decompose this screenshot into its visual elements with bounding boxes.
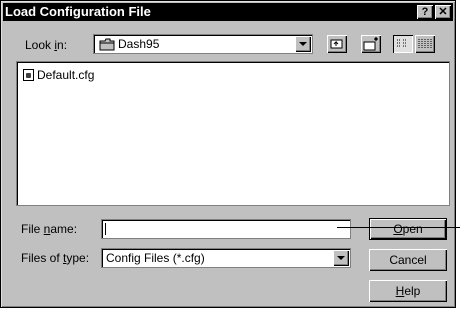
files-of-type-dropdown-button[interactable] bbox=[333, 250, 349, 266]
folder-icon bbox=[99, 38, 115, 54]
open-button[interactable]: Open bbox=[369, 218, 447, 240]
dialog-title: Load Configuration File bbox=[5, 4, 151, 19]
list-view-button[interactable] bbox=[393, 35, 413, 53]
help-icon: ? bbox=[421, 6, 429, 18]
up-one-level-button[interactable] bbox=[327, 35, 347, 53]
details-view-button[interactable] bbox=[415, 35, 435, 53]
title-bar[interactable]: Load Configuration File ? ✕ bbox=[3, 3, 453, 21]
load-configuration-dialog: Load Configuration File ? ✕ Look in: Das… bbox=[0, 0, 456, 308]
file-item-name: Default.cfg bbox=[37, 68, 95, 82]
help-button[interactable]: Help bbox=[369, 280, 447, 302]
look-in-label: Look in: bbox=[25, 38, 68, 52]
details-view-icon bbox=[418, 39, 432, 49]
files-of-type-value: Config Files (*.cfg) bbox=[106, 251, 205, 265]
list-item[interactable]: Default.cfg bbox=[23, 68, 94, 82]
list-view-icon bbox=[397, 39, 407, 47]
close-title-button[interactable]: ✕ bbox=[435, 5, 451, 19]
up-folder-icon bbox=[330, 39, 343, 49]
config-file-icon bbox=[23, 69, 34, 81]
files-of-type-combo[interactable]: Config Files (*.cfg) bbox=[101, 248, 351, 268]
callout-line bbox=[337, 227, 460, 228]
file-name-label: File name: bbox=[21, 222, 78, 236]
look-in-combo[interactable]: Dash95 bbox=[93, 34, 313, 54]
look-in-dropdown-button[interactable] bbox=[295, 36, 311, 52]
file-name-input[interactable] bbox=[101, 219, 351, 239]
new-folder-icon bbox=[363, 37, 378, 51]
cancel-button[interactable]: Cancel bbox=[369, 249, 447, 271]
text-caret bbox=[105, 223, 106, 235]
help-title-button[interactable]: ? bbox=[417, 5, 433, 19]
look-in-value: Dash95 bbox=[118, 37, 160, 51]
files-of-type-label: Files of type: bbox=[21, 251, 90, 265]
create-new-folder-button[interactable] bbox=[361, 35, 381, 53]
file-list[interactable]: Default.cfg bbox=[16, 61, 450, 206]
close-icon: ✕ bbox=[438, 6, 448, 18]
